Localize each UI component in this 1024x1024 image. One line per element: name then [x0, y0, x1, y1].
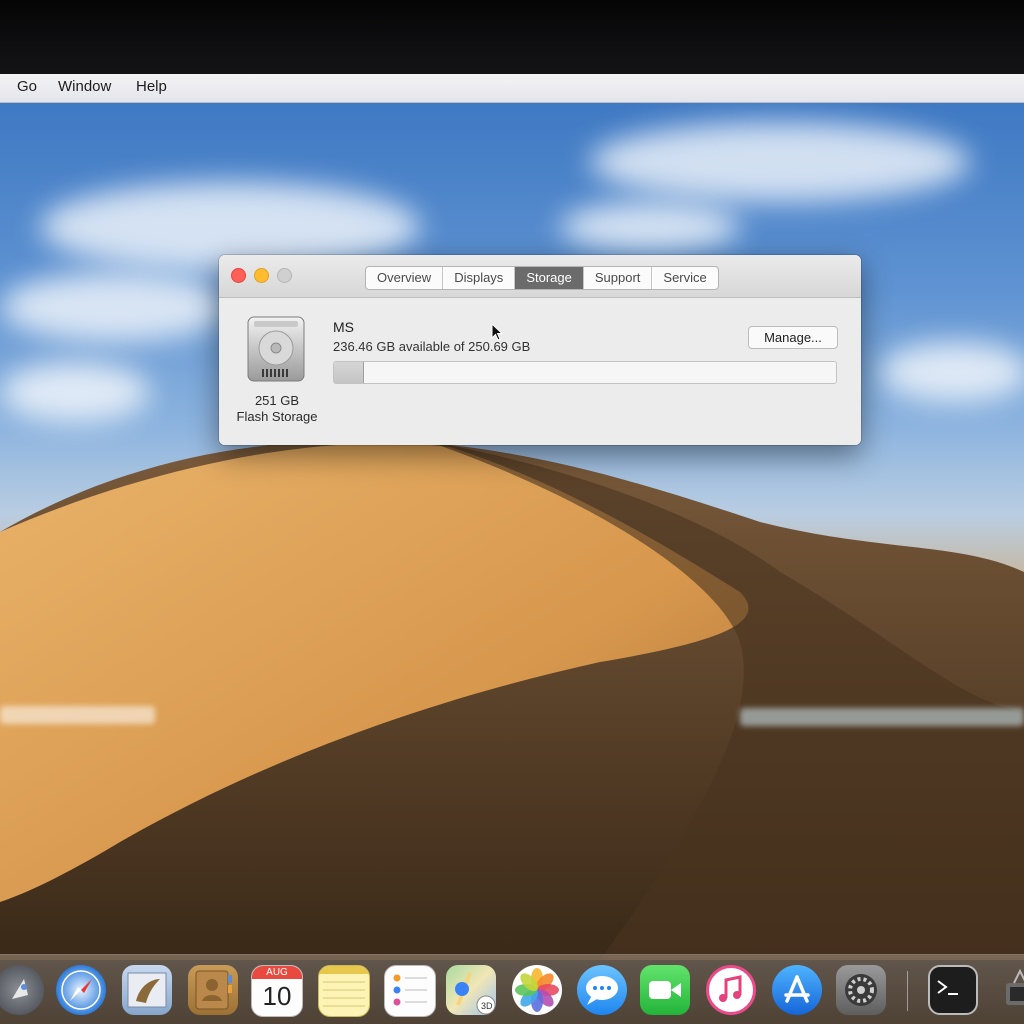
- dune-illustration: [0, 440, 1024, 960]
- manage-button[interactable]: Manage...: [748, 326, 838, 349]
- tab-support[interactable]: Support: [584, 267, 653, 289]
- notes-icon[interactable]: [318, 965, 370, 1017]
- tab-service[interactable]: Service: [652, 267, 717, 289]
- calendar-month: AUG: [252, 966, 302, 979]
- storage-usage-bar: [333, 361, 837, 384]
- tab-overview[interactable]: Overview: [366, 267, 444, 289]
- about-this-mac-window: Overview Displays Storage Support Servic…: [219, 255, 861, 445]
- menu-bar: Go Window Help: [0, 74, 1024, 103]
- contacts-icon[interactable]: [188, 965, 238, 1015]
- menu-help[interactable]: Help: [136, 78, 167, 95]
- desktop-wallpaper: [0, 102, 1024, 960]
- monitor-bezel: [0, 0, 1024, 74]
- calendar-day: 10: [262, 981, 292, 1011]
- dock-separator: [907, 971, 908, 1011]
- window-titlebar[interactable]: Overview Displays Storage Support Servic…: [219, 255, 861, 298]
- volume-name: MS: [333, 319, 354, 335]
- facetime-icon[interactable]: [640, 965, 690, 1015]
- safari-icon[interactable]: [56, 965, 106, 1015]
- drive-type: Flash Storage: [236, 409, 318, 424]
- zoom-button: [277, 268, 292, 283]
- dock: AUG 10 3D: [0, 954, 1024, 1024]
- calendar-icon[interactable]: AUG 10: [251, 965, 303, 1017]
- tab-bar: Overview Displays Storage Support Servic…: [365, 266, 719, 290]
- storage-pane: 251 GB Flash Storage MS 236.46 GB availa…: [219, 298, 861, 445]
- photos-icon[interactable]: [512, 965, 562, 1015]
- volume-availability: 236.46 GB available of 250.69 GB: [333, 339, 531, 354]
- app-store-icon[interactable]: [772, 965, 822, 1015]
- tab-displays[interactable]: Displays: [443, 267, 516, 289]
- hard-drive-icon: [247, 316, 305, 382]
- mouse-cursor-icon: [491, 323, 503, 341]
- menu-go[interactable]: Go: [17, 78, 37, 95]
- mail-icon[interactable]: [122, 965, 172, 1015]
- menu-window[interactable]: Window: [58, 78, 111, 95]
- svg-text:3D: 3D: [481, 1001, 493, 1011]
- maps-icon[interactable]: 3D: [446, 965, 496, 1015]
- close-button[interactable]: [231, 268, 246, 283]
- tab-storage[interactable]: Storage: [515, 267, 584, 289]
- minimize-button[interactable]: [254, 268, 269, 283]
- system-preferences-icon[interactable]: [836, 965, 886, 1015]
- system-information-icon[interactable]: [994, 965, 1024, 1015]
- screen-glare: [0, 706, 155, 724]
- storage-used-segment: [334, 362, 364, 383]
- messages-icon[interactable]: [577, 965, 627, 1015]
- launchpad-icon[interactable]: [0, 965, 44, 1015]
- itunes-icon[interactable]: [706, 965, 756, 1015]
- screen-glare: [740, 708, 1024, 726]
- terminal-icon[interactable]: [928, 965, 978, 1015]
- screen: Go Window Help Overview Displays Storage…: [0, 0, 1024, 1024]
- drive-size: 251 GB: [254, 393, 300, 408]
- drive-capacity-label: 251 GB Flash Storage: [219, 393, 335, 425]
- reminders-icon[interactable]: [384, 965, 436, 1017]
